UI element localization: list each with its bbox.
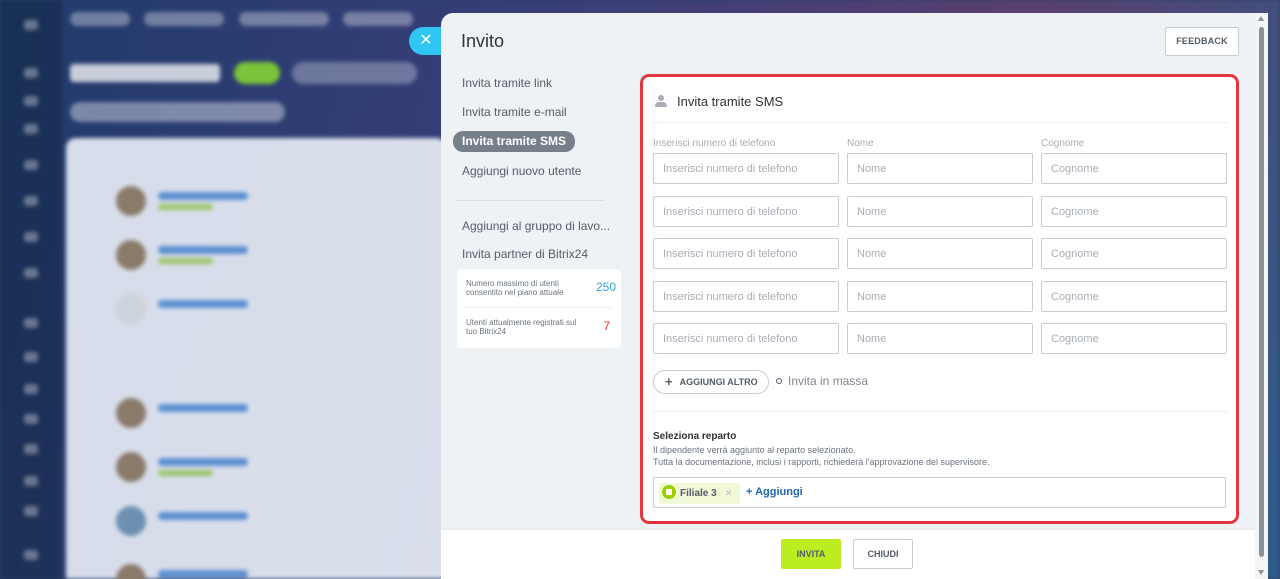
rail-icon [24, 124, 38, 134]
circle-icon [776, 378, 782, 384]
department-icon [662, 485, 676, 499]
column-header-name: Nome [847, 138, 874, 149]
remove-tag-icon[interactable]: ✕ [725, 488, 733, 498]
menu-item-partner[interactable]: Invita partner di Bitrix24 [462, 247, 588, 261]
list-item [116, 452, 396, 488]
rail-icon [24, 96, 38, 106]
feedback-button[interactable]: FEEDBACK [1165, 27, 1239, 56]
phone-input[interactable] [653, 196, 839, 227]
surname-input[interactable] [1041, 238, 1227, 269]
column-header-surname: Cognome [1041, 138, 1085, 149]
surname-input[interactable] [1041, 196, 1227, 227]
scrollbar-thumb[interactable] [1259, 27, 1264, 557]
rail-icon [24, 232, 38, 242]
scrollbar[interactable] [1255, 13, 1268, 579]
filter-chip [292, 62, 417, 84]
close-icon[interactable]: ✕ [409, 27, 443, 55]
rail-icon [24, 506, 38, 516]
status-chip [234, 62, 280, 84]
close-button[interactable]: CHIUDI [853, 539, 913, 569]
form-title: Invita tramite SMS [655, 94, 783, 109]
divider [653, 122, 1227, 123]
list-item [116, 240, 396, 276]
department-title: Seleziona reparto [653, 431, 737, 442]
name-input[interactable] [847, 281, 1033, 312]
limit-current-value: 7 [603, 319, 610, 333]
top-bar-item [343, 12, 414, 26]
rail-icon [24, 196, 38, 206]
surname-input[interactable] [1041, 323, 1227, 354]
filter-bar [70, 102, 285, 122]
name-input[interactable] [847, 153, 1033, 184]
rail-icon [24, 476, 38, 486]
top-bar-item [70, 12, 130, 26]
phone-input[interactable] [653, 238, 839, 269]
department-description: Il dipendente verrà aggiunto al reparto … [653, 445, 990, 467]
rail-icon [24, 550, 38, 560]
slider-footer: INVITA CHIUDI [441, 529, 1255, 579]
rail-icon [24, 318, 38, 328]
list-item [116, 398, 396, 434]
department-selector[interactable]: Filiale 3 ✕ + Aggiungi [653, 477, 1226, 508]
list-item [116, 294, 396, 330]
rail-icon [24, 160, 38, 170]
surname-input[interactable] [1041, 153, 1227, 184]
column-header-phone: Inserisci numero di telefono [653, 138, 776, 149]
rail-icon [24, 352, 38, 362]
rail-icon [24, 68, 38, 78]
name-input[interactable] [847, 238, 1033, 269]
rail-icon [24, 268, 38, 278]
limit-max-users: Numero massimo di utenti consentito nel … [466, 279, 616, 297]
phone-input[interactable] [653, 323, 839, 354]
scroll-up-icon[interactable] [1258, 16, 1264, 21]
plus-icon: + [665, 374, 673, 389]
top-bar-item [144, 12, 225, 26]
rail-icon [24, 384, 38, 394]
add-department-link[interactable]: + Aggiungi [746, 486, 803, 498]
employee-list [66, 138, 446, 579]
phone-input[interactable] [653, 153, 839, 184]
user-icon [655, 95, 669, 107]
menu-item-sms[interactable]: Invita tramite SMS [453, 131, 576, 152]
department-tag[interactable]: Filiale 3 ✕ [659, 483, 741, 504]
menu-item-workgroup[interactable]: Aggiungi al gruppo di lavo... [462, 219, 610, 233]
menu-item-email[interactable]: Invita tramite e-mail [462, 105, 567, 119]
invite-button[interactable]: INVITA [781, 539, 841, 569]
surname-input[interactable] [1041, 281, 1227, 312]
limit-max-value: 250 [595, 280, 616, 294]
list-item [116, 506, 396, 542]
top-bar [70, 12, 430, 34]
slider-header: Invito FEEDBACK [441, 13, 1255, 71]
menu-item-link[interactable]: Invita tramite link [462, 76, 552, 90]
top-bar-item [238, 12, 329, 26]
left-rail [0, 0, 62, 579]
list-item [116, 564, 396, 579]
phone-input[interactable] [653, 281, 839, 312]
sms-invite-form: Invita tramite SMS Inserisci numero di t… [640, 74, 1239, 524]
rail-icon [24, 444, 38, 454]
scroll-down-icon[interactable] [1258, 570, 1264, 575]
menu-divider [455, 200, 605, 201]
mass-invite-link[interactable]: Invita in massa [776, 374, 868, 388]
divider [653, 411, 1227, 412]
menu-item-new-user[interactable]: Aggiungi nuovo utente [462, 164, 581, 178]
page-title: Invito [461, 31, 505, 51]
list-item [116, 186, 396, 222]
user-limits-box: Numero massimo di utenti consentito nel … [457, 269, 621, 348]
limit-current-users: Utenti attualmente registrati sul tuo Bi… [466, 318, 610, 336]
page-title [70, 64, 220, 82]
add-more-button[interactable]: + AGGIUNGI ALTRO [653, 370, 769, 394]
name-input[interactable] [847, 323, 1033, 354]
rail-icon [24, 20, 38, 30]
rail-icon [24, 414, 38, 424]
name-input[interactable] [847, 196, 1033, 227]
limit-divider [466, 307, 612, 308]
invite-slider: Invito FEEDBACK Invita tramite link Invi… [441, 13, 1255, 579]
